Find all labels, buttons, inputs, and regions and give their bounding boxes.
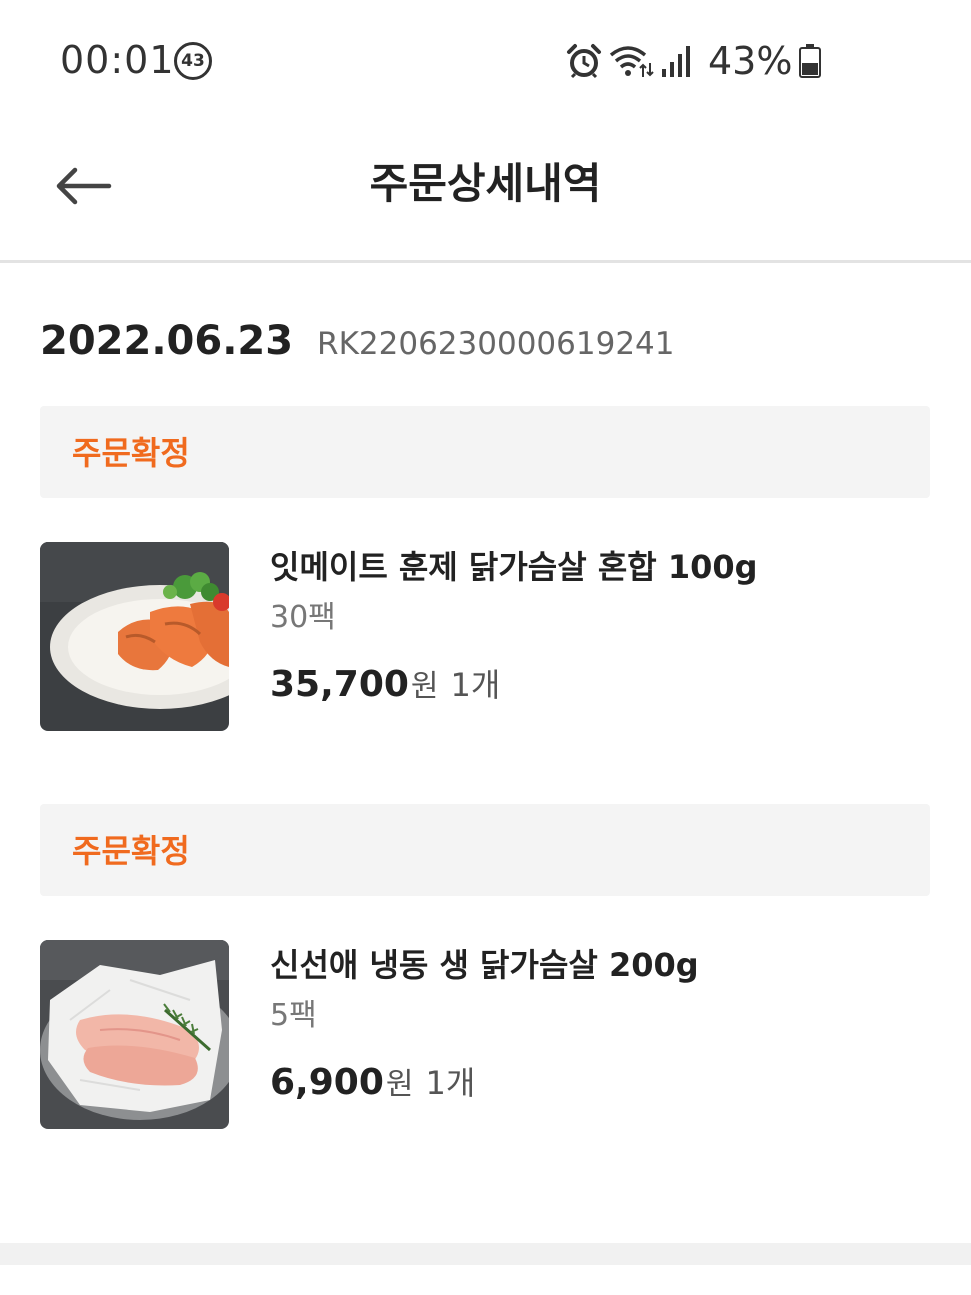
product-option: 5팩 <box>270 998 317 1033</box>
page-title: 주문상세내역 <box>369 159 602 208</box>
status-icons: 43% <box>566 38 822 84</box>
product-price-row: 6,900 원 1개 <box>270 1058 475 1104</box>
notification-count-badge: 43 <box>174 42 212 80</box>
product-name: 잇메이트 훈제 닭가슴살 혼합 100g <box>270 548 758 586</box>
order-number: RK2206230000619241 <box>317 326 675 362</box>
product-option: 30팩 <box>270 600 336 635</box>
product-price-row: 35,700 원 1개 <box>270 660 500 706</box>
smoked-chicken-breast-image <box>40 542 229 731</box>
alarm-icon <box>567 44 601 79</box>
product-quantity: 1개 <box>450 666 501 704</box>
order-status-box: 주문확정 <box>40 406 930 498</box>
product-item[interactable]: 신선애 냉동 생 닭가슴살 200g 5팩 6,900 원 1개 <box>40 940 930 1130</box>
battery-icon <box>799 44 822 78</box>
price-currency: 원 <box>385 1067 414 1102</box>
product-name: 신선애 냉동 생 닭가슴살 200g <box>270 946 699 984</box>
battery-percent: 43% <box>708 39 793 83</box>
order-status-label: 주문확정 <box>72 434 190 472</box>
order-header: 2022.06.23 RK2206230000619241 <box>40 318 675 364</box>
section-divider <box>0 1243 971 1265</box>
product-price: 6,900 <box>270 1062 384 1103</box>
product-item[interactable]: 잇메이트 훈제 닭가슴살 혼합 100g 30팩 35,700 원 1개 <box>40 542 930 732</box>
product-price: 35,700 <box>270 664 409 705</box>
price-currency: 원 <box>410 669 439 704</box>
status-bar: 00:01 43 43% <box>0 0 971 120</box>
app-bar: 주문상세내역 <box>0 120 971 263</box>
raw-chicken-breast-image <box>40 940 229 1129</box>
wifi-icon <box>609 46 654 77</box>
order-status-box: 주문확정 <box>40 804 930 896</box>
order-status-label: 주문확정 <box>72 832 190 870</box>
status-time: 00:01 <box>60 38 175 82</box>
signal-icon <box>662 46 690 77</box>
order-date: 2022.06.23 <box>40 318 294 364</box>
product-quantity: 1개 <box>425 1064 476 1102</box>
